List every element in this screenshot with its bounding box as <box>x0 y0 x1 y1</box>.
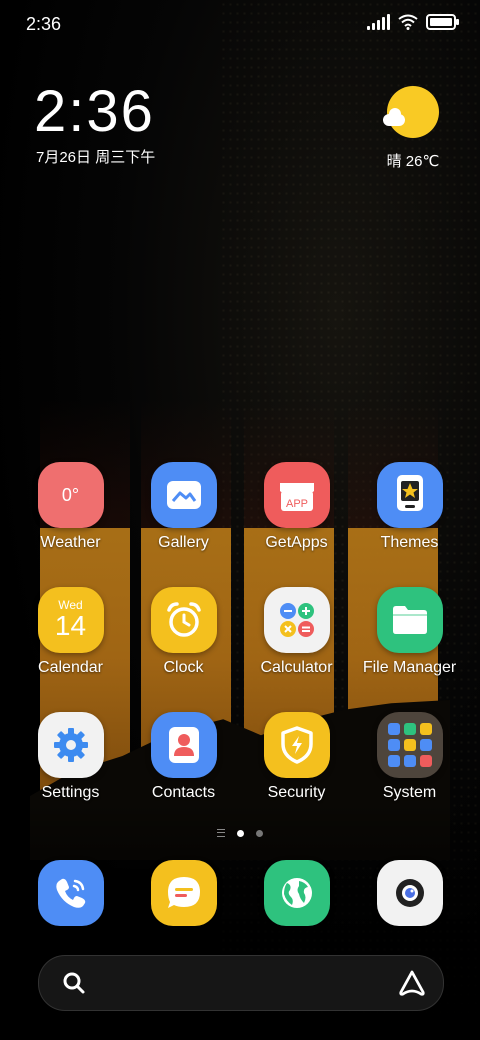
list-view-icon[interactable] <box>217 829 225 837</box>
app-contacts[interactable]: Contacts <box>127 712 240 802</box>
search-icon <box>63 972 85 994</box>
camera-icon <box>376 860 443 926</box>
svg-text:APP: APP <box>285 498 307 510</box>
page-dot-active[interactable] <box>237 829 244 837</box>
dock-messaging[interactable] <box>127 860 240 926</box>
clock-widget-date[interactable]: 7月26日 周三下午 <box>36 146 155 167</box>
app-label: Settings <box>41 784 100 801</box>
sun-icon <box>383 86 439 138</box>
status-bar: 2:36 <box>0 0 480 50</box>
gear-icon <box>37 712 104 778</box>
status-icons <box>367 14 459 30</box>
dock-browser[interactable] <box>240 860 353 926</box>
app-gallery[interactable]: Gallery <box>127 462 240 552</box>
app-themes[interactable]: Themes <box>353 462 466 552</box>
app-weather[interactable]: 0° Weather <box>14 462 127 552</box>
app-label: System <box>382 784 437 801</box>
app-system-folder[interactable]: System <box>353 712 466 802</box>
wifi-icon <box>398 14 418 30</box>
message-icon <box>150 860 217 926</box>
app-clock[interactable]: Clock <box>127 587 240 677</box>
alarm-clock-icon <box>150 587 217 653</box>
globe-icon <box>263 860 330 926</box>
clock-widget-time[interactable]: 2:36 <box>34 78 155 145</box>
signal-icon <box>367 14 390 30</box>
calendar-date: 14 <box>54 610 87 641</box>
app-label: File Manager <box>362 659 457 676</box>
folder-icon <box>376 587 443 653</box>
phone-icon <box>37 860 104 926</box>
weather-widget-text: 晴 26℃ <box>386 153 440 170</box>
status-time: 2:36 <box>26 14 62 34</box>
app-label: Themes <box>380 534 439 551</box>
app-calculator[interactable]: Calculator <box>240 587 353 677</box>
app-file-manager[interactable]: File Manager <box>353 587 466 677</box>
themes-icon <box>376 462 443 528</box>
page-indicator[interactable] <box>0 829 480 837</box>
gallery-icon <box>150 462 217 528</box>
search-bar[interactable] <box>38 955 444 1011</box>
battery-icon <box>426 14 459 30</box>
dock-camera[interactable] <box>353 860 466 926</box>
shield-icon <box>263 712 330 778</box>
folder-preview-icon <box>376 712 443 778</box>
dock-phone[interactable] <box>14 860 127 926</box>
app-label: Security <box>267 784 326 801</box>
app-label: Gallery <box>158 534 209 551</box>
page-dot[interactable] <box>256 829 263 837</box>
contacts-icon <box>150 712 217 778</box>
app-label: Calculator <box>260 659 333 676</box>
app-settings[interactable]: Settings <box>14 712 127 802</box>
weather-app-icon: 0° <box>37 462 104 528</box>
app-label: Weather <box>40 534 101 551</box>
app-label: Contacts <box>151 784 216 801</box>
calculator-icon <box>263 587 330 653</box>
weather-widget[interactable]: 晴 26℃ <box>378 86 448 171</box>
app-getapps[interactable]: APP GetApps <box>240 462 353 552</box>
app-label: GetApps <box>265 534 328 551</box>
app-security[interactable]: Security <box>240 712 353 802</box>
app-calendar[interactable]: Wed 14 Calendar <box>14 587 127 677</box>
calendar-icon: Wed 14 <box>37 587 104 653</box>
app-label: Clock <box>163 659 204 676</box>
getapps-icon: APP <box>263 462 330 528</box>
app-label: Calendar <box>38 659 103 676</box>
weather-icon-text: 0° <box>61 484 80 505</box>
assistant-icon[interactable] <box>397 968 427 998</box>
